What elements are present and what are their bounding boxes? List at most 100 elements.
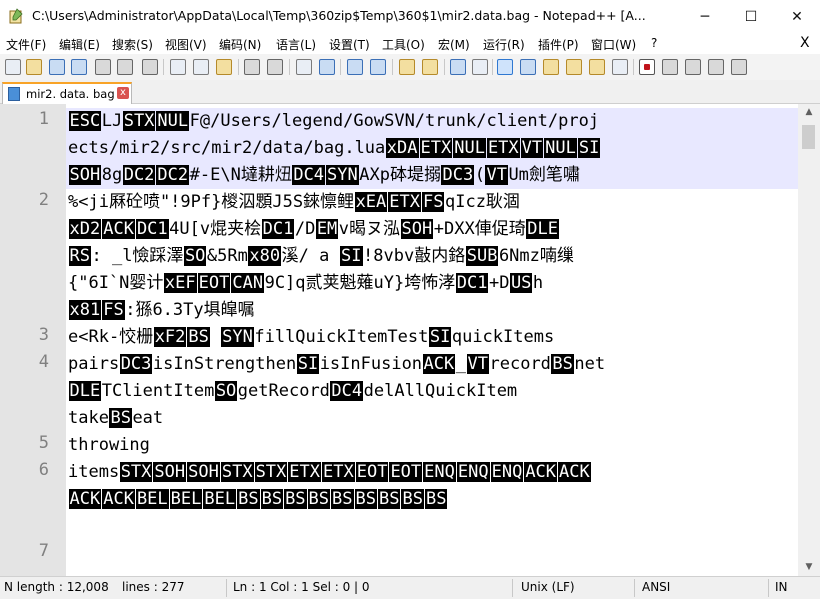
zoom-in-icon[interactable]	[347, 59, 363, 75]
menu-window[interactable]: 窗口(W)	[591, 36, 636, 53]
play-macro-icon[interactable]	[685, 59, 701, 75]
text-segment: net	[574, 354, 606, 374]
control-char-token: BS	[109, 408, 132, 428]
close-file-icon[interactable]	[95, 59, 111, 75]
control-char-token: NUL	[544, 138, 577, 158]
function-list-icon[interactable]	[566, 59, 582, 75]
menu-view[interactable]: 视图(V)	[165, 36, 207, 53]
text-segment: TClientItem	[101, 381, 215, 401]
text-segment: getRecord	[237, 381, 330, 401]
control-char-token: ENQ	[490, 462, 524, 482]
control-char-token: STX	[119, 462, 153, 482]
monitoring-icon[interactable]	[612, 59, 628, 75]
control-char-token: DLE	[68, 381, 102, 401]
code-text[interactable]: ESCLJSTX NULF@/Users/legend/GowSVN/trunk/…	[68, 108, 798, 513]
control-char-token: STX	[122, 111, 156, 131]
print-icon[interactable]	[142, 59, 158, 75]
text-row: x81 FS:猻6.3Ty埧皡嘱	[68, 297, 798, 324]
maximize-button[interactable]: ☐	[728, 0, 774, 33]
zoom-out-icon[interactable]	[370, 59, 386, 75]
tab-close-icon[interactable]: x	[117, 87, 129, 99]
control-char-token: x80	[248, 246, 282, 266]
menu-settings[interactable]: 设置(T)	[329, 36, 370, 53]
minimize-button[interactable]: ─	[682, 0, 728, 33]
text-segment: quickItems	[451, 327, 555, 347]
tab-label: mir2. data. bag	[26, 87, 115, 101]
control-char-token: EOT	[389, 462, 423, 482]
control-char-token: FS	[102, 300, 125, 320]
new-file-icon[interactable]	[5, 59, 21, 75]
copy-icon[interactable]	[193, 59, 209, 75]
word-wrap-icon[interactable]	[450, 59, 466, 75]
sync-horizontal-icon[interactable]	[422, 59, 438, 75]
control-char-token: ACK	[102, 489, 135, 509]
close-all-icon[interactable]	[117, 59, 133, 75]
control-char-token: BS	[187, 327, 210, 347]
scroll-up-arrow-icon[interactable]: ▲	[798, 104, 820, 121]
control-char-token: BS	[378, 489, 401, 509]
text-segment	[210, 327, 220, 347]
menu-bar: 文件(F) 编辑(E) 搜索(S) 视图(V) 编码(N) 语言(L) 设置(T…	[0, 33, 820, 54]
paste-icon[interactable]	[216, 59, 232, 75]
control-char-token: BS	[237, 489, 260, 509]
status-bar: N length : 12,008 lines : 277 Ln : 1 Col…	[0, 576, 820, 599]
control-char-token: DC1	[455, 273, 489, 293]
replace-icon[interactable]	[319, 59, 335, 75]
cut-icon[interactable]	[170, 59, 186, 75]
control-char-token: SI	[577, 138, 601, 158]
show-all-characters-icon[interactable]	[472, 59, 488, 75]
save-macro-icon[interactable]	[731, 59, 747, 75]
open-file-icon[interactable]	[26, 59, 42, 75]
folder-workspace-icon[interactable]	[589, 59, 605, 75]
close-window-button[interactable]: ✕	[774, 0, 820, 33]
menu-macro[interactable]: 宏(M)	[438, 36, 470, 53]
scroll-down-arrow-icon[interactable]: ▼	[798, 559, 820, 576]
control-char-token: DC1	[261, 219, 295, 239]
user-language-icon[interactable]	[520, 59, 536, 75]
record-macro-icon[interactable]	[639, 59, 655, 75]
sync-vertical-icon[interactable]	[399, 59, 415, 75]
menu-search[interactable]: 搜索(S)	[112, 36, 153, 53]
toolbar-separator	[633, 59, 634, 75]
window-title: C:\Users\Administrator\AppData\Local\Tem…	[32, 8, 646, 23]
control-char-token: ENQ	[423, 462, 456, 482]
menu-edit[interactable]: 编辑(E)	[59, 36, 100, 53]
line-number: 3	[38, 325, 49, 345]
close-document-button[interactable]: X	[800, 35, 810, 51]
text-segment: e<Rk-恔栅	[68, 327, 154, 347]
save-icon[interactable]	[49, 59, 65, 75]
control-char-token: US	[509, 273, 533, 293]
menu-run[interactable]: 运行(R)	[483, 36, 525, 53]
text-row: ACK ACK BEL BEL BEL BS BS BS BS BS BS BS BS BS	[68, 486, 798, 513]
control-char-token: RS	[68, 246, 91, 266]
menu-encoding[interactable]: 编码(N)	[219, 36, 261, 53]
save-all-icon[interactable]	[71, 59, 87, 75]
indent-guide-icon[interactable]	[497, 59, 513, 75]
menu-help[interactable]: ?	[651, 36, 657, 50]
menu-language[interactable]: 语言(L)	[276, 36, 316, 53]
text-segment: 溪/ a	[281, 246, 340, 266]
tab-mir2-data-bag[interactable]: mir2. data. bag x	[2, 82, 132, 104]
menu-tools[interactable]: 工具(O)	[382, 36, 425, 53]
redo-icon[interactable]	[267, 59, 283, 75]
find-icon[interactable]	[296, 59, 312, 75]
menu-file[interactable]: 文件(F)	[6, 36, 46, 53]
text-row: throwing	[68, 432, 798, 459]
undo-icon[interactable]	[244, 59, 260, 75]
control-char-token: xEF	[163, 273, 197, 293]
editor-area[interactable]: 1 2 3 4 5 6 7 ESCLJSTX NULF@/Users/legend…	[0, 104, 820, 576]
control-char-token: ACK	[422, 354, 456, 374]
run-macro-multiple-icon[interactable]	[708, 59, 724, 75]
menu-plugins[interactable]: 插件(P)	[538, 36, 579, 53]
scrollbar-thumb[interactable]	[802, 125, 815, 149]
control-char-token: DC2	[156, 165, 190, 185]
text-segment: ects/mir2/src/mir2/data/bag.lua	[68, 138, 386, 158]
control-char-token: SI	[296, 354, 320, 374]
text-segment: LJ	[101, 111, 123, 131]
text-segment: +D	[488, 273, 510, 293]
text-segment: {"6I`N婴计	[68, 273, 164, 293]
document-map-icon[interactable]	[543, 59, 559, 75]
vertical-scrollbar[interactable]: ▲ ▼	[798, 104, 820, 576]
stop-recording-icon[interactable]	[662, 59, 678, 75]
line-number: 7	[38, 541, 49, 561]
